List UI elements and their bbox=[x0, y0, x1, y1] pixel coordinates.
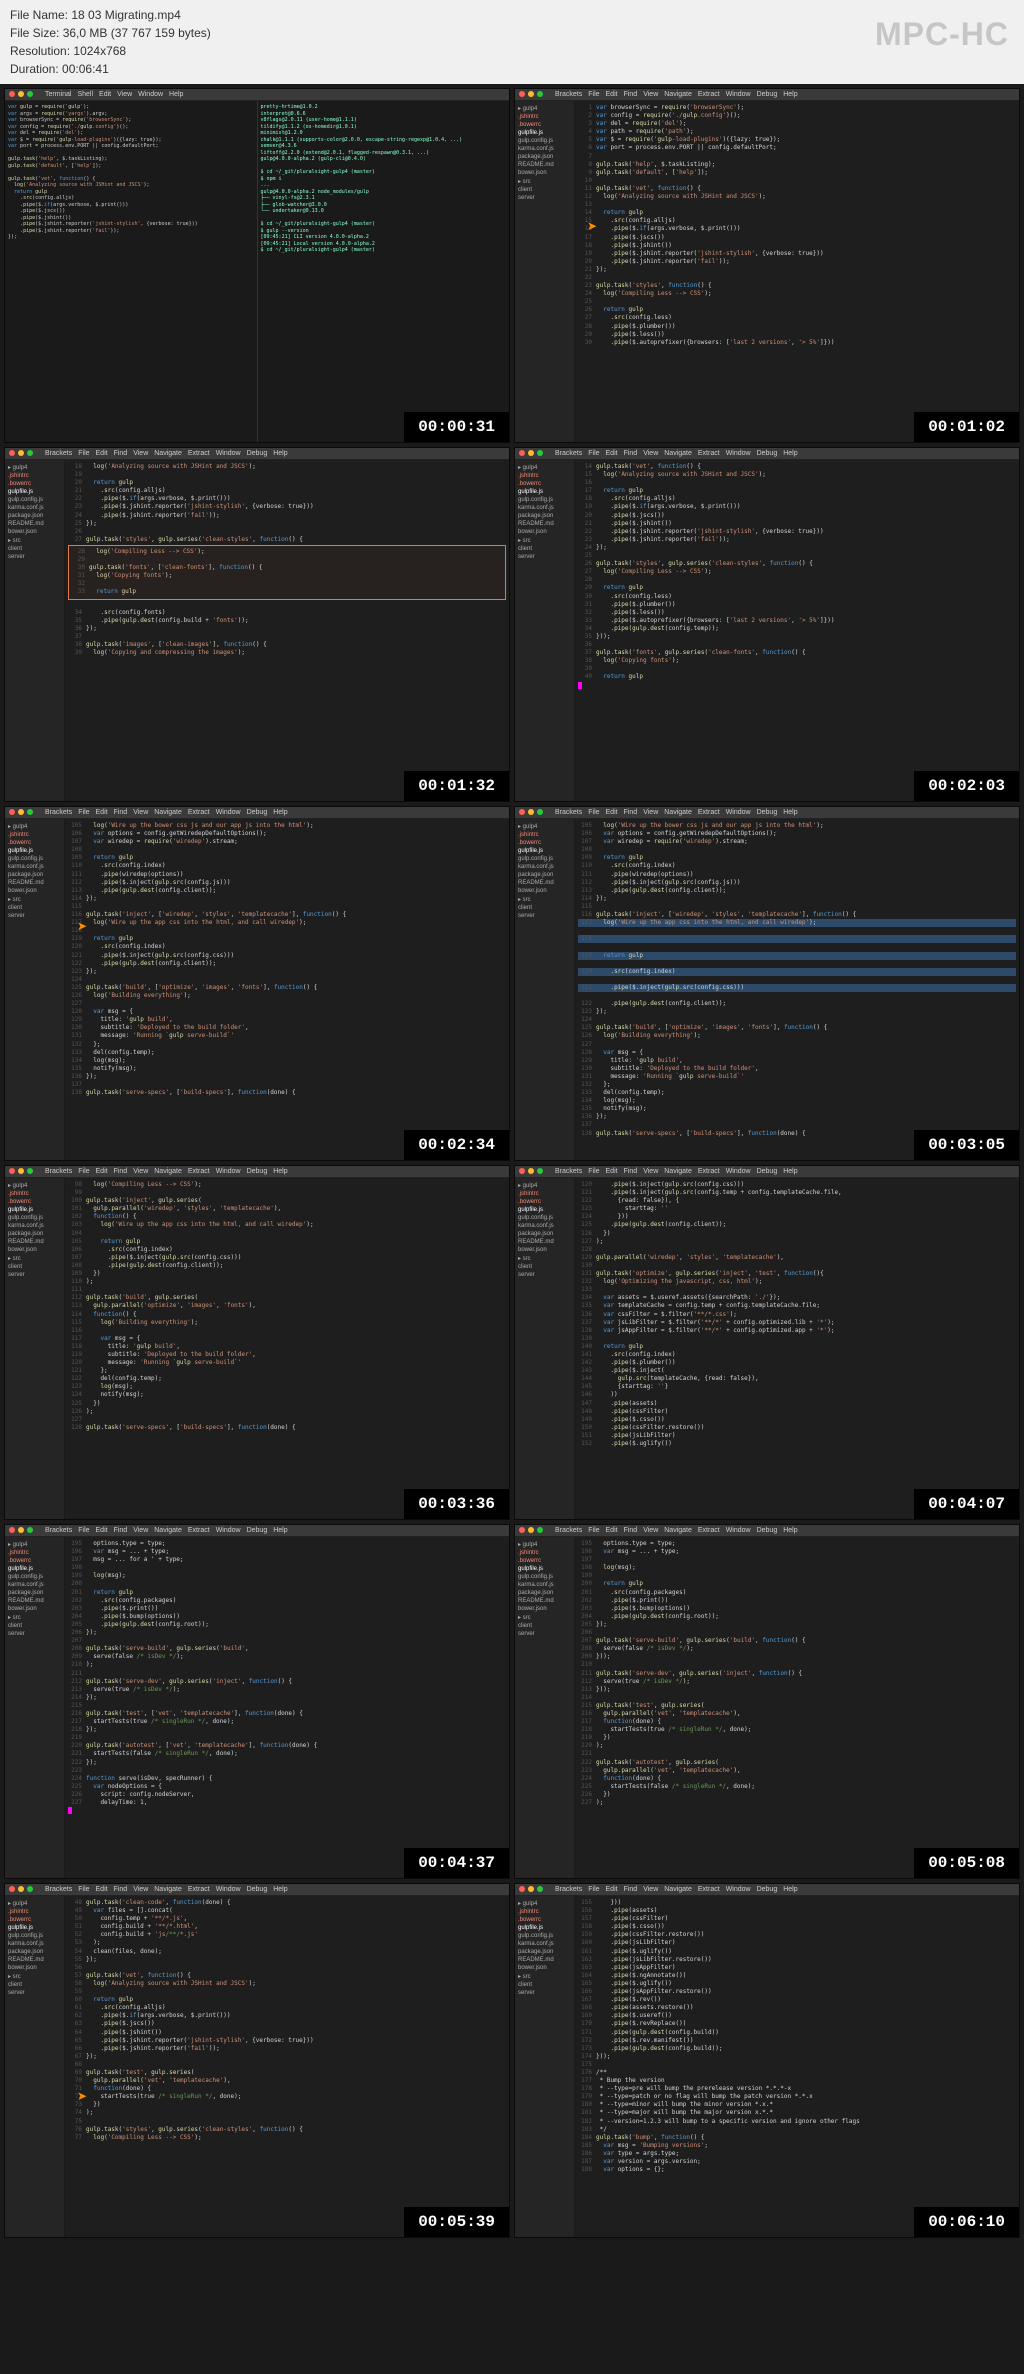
menubar: Brackets FileEditFindViewNavigateExtract… bbox=[5, 807, 509, 819]
file-tree[interactable]: ▸ gulp4.jshintrc.bowerrcgulpfile.jsgulp.… bbox=[5, 1178, 65, 1519]
menubar: Brackets FileEditFindViewNavigateExtract… bbox=[515, 1525, 1019, 1537]
file-tree[interactable]: ▸ gulp4.jshintrc.bowerrcgulpfile.jsgulp.… bbox=[515, 1178, 575, 1519]
file-tree[interactable]: ▸ gulp4.jshintrc.bowerrcgulpfile.jsgulp.… bbox=[5, 1537, 65, 1878]
thumbnail: Brackets FileEditFindViewNavigateExtract… bbox=[514, 88, 1020, 443]
code-editor[interactable]: 195 options.type = type; 196 var msg = .… bbox=[575, 1537, 1019, 1878]
timestamp: 00:00:31 bbox=[404, 412, 509, 442]
timestamp: 00:06:10 bbox=[914, 2207, 1019, 2237]
file-info-header: File Name: 18 03 Migrating.mp4 File Size… bbox=[0, 0, 1024, 84]
menubar: Brackets FileEditFindViewNavigateExtract… bbox=[5, 1166, 509, 1178]
mpc-hc-logo: MPC-HC bbox=[875, 10, 1009, 58]
file-name: 18 03 Migrating.mp4 bbox=[71, 8, 180, 22]
thumbnail: Terminal ShellEditViewWindowHelp var gul… bbox=[4, 88, 510, 443]
file-tree[interactable]: ▸ gulp4.jshintrc.bowerrcgulpfile.jsgulp.… bbox=[5, 819, 65, 1160]
timestamp: 00:02:34 bbox=[404, 1130, 509, 1160]
timestamp: 00:02:03 bbox=[914, 771, 1019, 801]
file-tree[interactable]: ▸ gulp4.jshintrc.bowerrcgulpfile.jsgulp.… bbox=[5, 1896, 65, 2237]
menubar: Brackets FileEditFindViewNavigateExtract… bbox=[515, 89, 1019, 101]
thumbnail: Brackets FileEditFindViewNavigateExtract… bbox=[4, 447, 510, 802]
file-tree[interactable]: ▸ gulp4.jshintrc.bowerrcgulpfile.jsgulp.… bbox=[5, 460, 65, 801]
thumbnail: Brackets FileEditFindViewNavigateExtract… bbox=[514, 1165, 1020, 1520]
timestamp: 00:05:39 bbox=[404, 2207, 509, 2237]
thumbnail: Brackets FileEditFindViewNavigateExtract… bbox=[4, 806, 510, 1161]
file-tree[interactable]: ▸ gulp4.jshintrc.bowerrcgulpfile.jsgulp.… bbox=[515, 1896, 575, 2237]
menubar: Brackets FileEditFindViewNavigateExtract… bbox=[515, 1884, 1019, 1896]
thumbnail: Brackets FileEditFindViewNavigateExtract… bbox=[4, 1165, 510, 1520]
thumbnail: Brackets FileEditFindViewNavigateExtract… bbox=[514, 806, 1020, 1161]
arrow-indicator: ➤ bbox=[77, 919, 87, 933]
timestamp: 00:04:07 bbox=[914, 1489, 1019, 1519]
code-editor[interactable]: 1var browserSync = require('browserSync'… bbox=[575, 101, 1019, 442]
timestamp: 00:03:05 bbox=[914, 1130, 1019, 1160]
menubar: Brackets FileEditFindViewNavigateExtract… bbox=[5, 1884, 509, 1896]
thumbnail: Brackets FileEditFindViewNavigateExtract… bbox=[4, 1524, 510, 1879]
file-tree[interactable]: ▸ gulp4.jshintrc.bowerrcgulpfile.jsgulp.… bbox=[515, 460, 575, 801]
file-tree[interactable]: ▸ gulp4.jshintrc.bowerrcgulpfile.jsgulp.… bbox=[515, 819, 575, 1160]
menubar: Brackets FileEditFindViewNavigateExtract… bbox=[5, 1525, 509, 1537]
code-editor[interactable]: 155 })) 156 .pipe(assets) 157 .pipe(cssF… bbox=[575, 1896, 1019, 2237]
timestamp: 00:05:08 bbox=[914, 1848, 1019, 1878]
arrow-indicator: ➤ bbox=[587, 219, 597, 233]
timestamp: 00:04:37 bbox=[404, 1848, 509, 1878]
timestamp: 00:01:02 bbox=[914, 412, 1019, 442]
menubar: Brackets FileEditFindViewNavigateExtract… bbox=[515, 1166, 1019, 1178]
menubar: Brackets FileEditFindViewNavigateExtract… bbox=[5, 448, 509, 460]
code-editor[interactable]: 18 log('Analyzing source with JSHint and… bbox=[65, 460, 509, 801]
resolution: 1024x768 bbox=[73, 44, 126, 58]
timestamp: 00:01:32 bbox=[404, 771, 509, 801]
code-editor[interactable]: 120 .pipe($.inject(gulp.src(config.css))… bbox=[575, 1178, 1019, 1519]
duration: 00:06:41 bbox=[62, 62, 109, 76]
code-editor[interactable]: 105 log('Wire up the bower css js and ou… bbox=[65, 819, 509, 1160]
menubar: Brackets FileEditFindViewNavigateExtract… bbox=[515, 807, 1019, 819]
thumbnail: Brackets FileEditFindViewNavigateExtract… bbox=[514, 447, 1020, 802]
code-editor[interactable]: 98 log('Compiling Less --> CSS'); 99 100… bbox=[65, 1178, 509, 1519]
thumbnail: Brackets FileEditFindViewNavigateExtract… bbox=[514, 1883, 1020, 2238]
file-tree[interactable]: ▸ gulp4.jshintrc.bowerrcgulpfile.jsgulp.… bbox=[515, 1537, 575, 1878]
thumbnail: Brackets FileEditFindViewNavigateExtract… bbox=[4, 1883, 510, 2238]
arrow-indicator: ➤ bbox=[77, 2089, 87, 2103]
timestamp: 00:03:36 bbox=[404, 1489, 509, 1519]
menubar: Terminal ShellEditViewWindowHelp bbox=[5, 89, 509, 101]
terminal-right: pretty-hrtime@1.0.2 interpret@0.6.6 v8fl… bbox=[257, 101, 510, 442]
code-editor[interactable]: 48gulp.task('clean-code', function(done)… bbox=[65, 1896, 509, 2237]
thumbnail: Brackets FileEditFindViewNavigateExtract… bbox=[514, 1524, 1020, 1879]
menubar: Brackets FileEditFindViewNavigateExtract… bbox=[515, 448, 1019, 460]
terminal-left: var gulp = require('gulp'); var args = r… bbox=[5, 101, 257, 442]
code-editor[interactable]: 105 log('Wire up the bower css js and ou… bbox=[575, 819, 1019, 1160]
code-editor[interactable]: 14gulp.task('vet', function() { 15 log('… bbox=[575, 460, 1019, 801]
thumbnail-grid: Terminal ShellEditViewWindowHelp var gul… bbox=[0, 84, 1024, 2242]
file-size: 36,0 MB (37 767 159 bytes) bbox=[63, 26, 211, 40]
code-editor[interactable]: 195 options.type = type; 196 var msg = .… bbox=[65, 1537, 509, 1878]
file-tree[interactable]: ▸ gulp4.jshintrc.bowerrcgulpfile.jsgulp.… bbox=[515, 101, 575, 442]
